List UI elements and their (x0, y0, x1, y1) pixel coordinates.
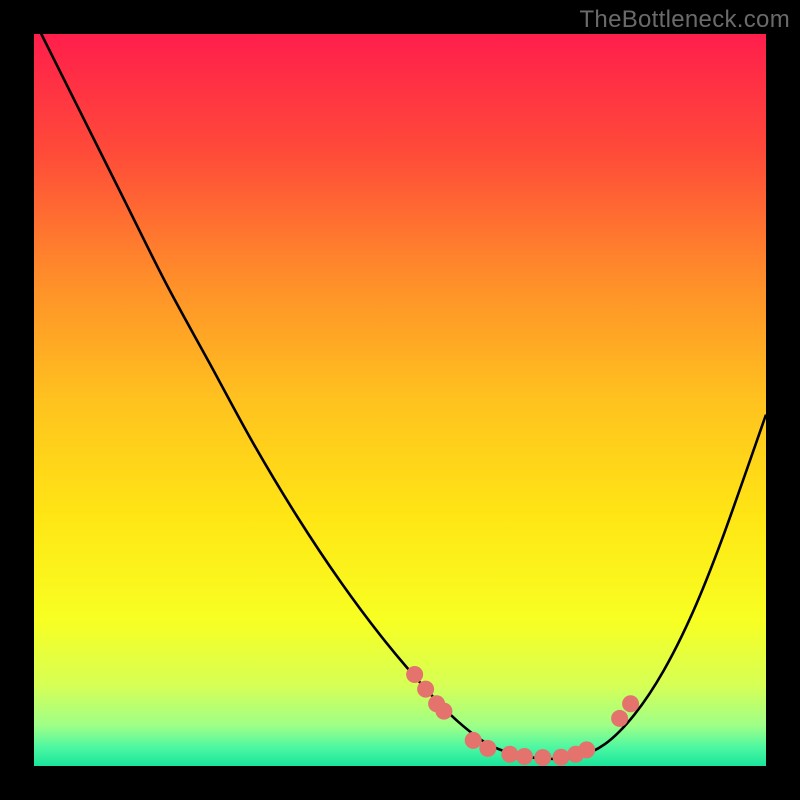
highlight-point (417, 681, 434, 698)
highlight-point (501, 746, 518, 763)
chart-plot-area (34, 34, 766, 766)
highlight-point (611, 710, 628, 727)
highlight-point (406, 666, 423, 683)
chart-frame: TheBottleneck.com (0, 0, 800, 800)
watermark-text: TheBottleneck.com (579, 6, 790, 34)
highlight-point (516, 748, 533, 765)
highlight-point (435, 703, 452, 720)
highlight-point (553, 749, 570, 766)
highlight-point (534, 749, 551, 766)
highlight-point (479, 740, 496, 757)
chart-background (34, 34, 766, 766)
highlight-point (578, 741, 595, 758)
highlight-point (465, 732, 482, 749)
highlight-point (622, 695, 639, 712)
chart-svg (34, 34, 766, 766)
